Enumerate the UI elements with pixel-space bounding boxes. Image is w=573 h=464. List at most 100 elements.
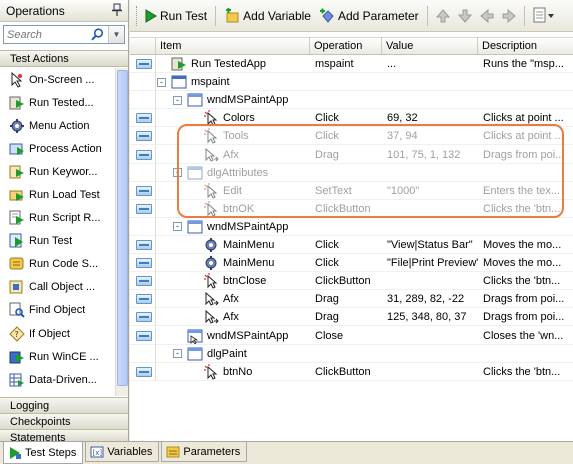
row-selector[interactable]: [130, 236, 156, 254]
operation-item[interactable]: Run Tested...: [0, 91, 115, 114]
collapse-toggle[interactable]: -: [173, 349, 182, 359]
table-row[interactable]: Run TestedApp mspaint... Runs the "msp...: [130, 55, 573, 73]
collapse-toggle[interactable]: -: [157, 77, 166, 87]
table-row[interactable]: - dlgAttributes: [130, 163, 573, 182]
table-row[interactable]: Tools Click 37, 94 Clicks at point ...: [130, 127, 573, 146]
description-cell[interactable]: Drags from poi...: [478, 290, 573, 308]
column-header-value[interactable]: Value: [382, 38, 478, 55]
description-cell[interactable]: Runs the "msp...: [478, 55, 573, 73]
value-cell[interactable]: [382, 327, 478, 345]
description-cell[interactable]: Drags from poi...: [478, 308, 573, 326]
row-selector[interactable]: [130, 362, 156, 381]
operation-cell[interactable]: [310, 73, 382, 91]
collapse-toggle[interactable]: -: [173, 95, 182, 105]
value-cell[interactable]: 125, 348, 80, 37: [382, 308, 478, 326]
operation-item[interactable]: Run Load Test: [0, 183, 115, 206]
value-cell[interactable]: 37, 94: [382, 127, 478, 145]
operation-cell[interactable]: ClickButton: [310, 363, 382, 381]
column-header-description[interactable]: Description: [478, 38, 573, 55]
scrollbar-thumb[interactable]: [117, 70, 128, 386]
description-cell[interactable]: [478, 91, 573, 109]
move-down-button[interactable]: [454, 5, 476, 27]
table-row[interactable]: Afx Drag 125, 348, 80, 37 Drags from poi...: [130, 308, 573, 327]
row-selector[interactable]: [130, 163, 156, 182]
add-parameter-button[interactable]: Add Parameter: [315, 5, 423, 27]
description-cell[interactable]: Clicks the 'btn...: [478, 363, 573, 381]
operation-cell[interactable]: Drag: [310, 308, 382, 326]
description-cell[interactable]: Closes the 'wn...: [478, 327, 573, 345]
value-cell[interactable]: [382, 164, 478, 182]
row-selector[interactable]: [130, 55, 156, 73]
row-selector[interactable]: [130, 308, 156, 327]
operation-item[interactable]: Find Object: [0, 299, 115, 322]
description-cell[interactable]: [478, 345, 573, 363]
operation-cell[interactable]: [310, 164, 382, 182]
column-header-item[interactable]: Item: [156, 38, 310, 55]
value-cell[interactable]: 31, 289, 82, -22: [382, 290, 478, 308]
table-row[interactable]: wndMSPaintApp Close Closes the 'wn...: [130, 326, 573, 345]
row-selector[interactable]: [130, 272, 156, 291]
table-row[interactable]: MainMenu Click "File|Print Preview" Moves t…: [130, 254, 573, 273]
operation-cell[interactable]: Click: [310, 127, 382, 145]
tab-parameters[interactable]: Parameters: [161, 442, 248, 462]
add-variable-button[interactable]: Add Variable: [220, 5, 315, 27]
operation-item[interactable]: On-Screen ...: [0, 68, 115, 91]
value-cell[interactable]: [382, 91, 478, 109]
table-row[interactable]: Afx Drag 101, 75, 1, 132 Drags from poi...: [130, 145, 573, 164]
tab-variables[interactable]: [x] Variables: [85, 442, 160, 462]
operation-item[interactable]: ? If Object: [0, 322, 115, 345]
value-cell[interactable]: 101, 75, 1, 132: [382, 146, 478, 164]
value-cell[interactable]: 69, 32: [382, 109, 478, 127]
description-cell[interactable]: Clicks at point ...: [478, 127, 573, 145]
column-header-operation[interactable]: Operation: [310, 38, 382, 55]
description-cell[interactable]: Moves the mo...: [478, 236, 573, 254]
category-checkpoints[interactable]: Checkpoints: [0, 413, 128, 430]
value-cell[interactable]: ...: [382, 55, 478, 73]
table-row[interactable]: - wndMSPaintApp: [130, 217, 573, 236]
toolbar-options-button[interactable]: [529, 5, 559, 27]
operation-cell[interactable]: Drag: [310, 146, 382, 164]
value-cell[interactable]: [382, 345, 478, 363]
description-cell[interactable]: Moves the mo...: [478, 254, 573, 272]
table-row[interactable]: btnOK ClickButton Clicks the 'btn...: [130, 199, 573, 218]
operation-cell[interactable]: Click: [310, 236, 382, 254]
operation-cell[interactable]: [310, 91, 382, 109]
value-cell[interactable]: [382, 73, 478, 91]
description-cell[interactable]: Enters the tex...: [478, 182, 573, 200]
description-cell[interactable]: Clicks at point ...: [478, 109, 573, 127]
row-selector[interactable]: [130, 73, 156, 92]
move-up-button[interactable]: [432, 5, 454, 27]
table-row[interactable]: - dlgPaint: [130, 344, 573, 363]
row-selector[interactable]: [130, 109, 156, 128]
operation-cell[interactable]: [310, 345, 382, 363]
value-cell[interactable]: [382, 200, 478, 218]
operation-cell[interactable]: ClickButton: [310, 200, 382, 218]
row-selector[interactable]: [130, 181, 156, 200]
value-cell[interactable]: [382, 363, 478, 381]
table-row[interactable]: - wndMSPaintApp: [130, 91, 573, 110]
operation-cell[interactable]: mspaint: [310, 55, 382, 73]
row-selector[interactable]: [130, 127, 156, 146]
operations-scrollbar[interactable]: [115, 68, 128, 396]
operation-cell[interactable]: [310, 218, 382, 236]
row-selector[interactable]: [130, 91, 156, 110]
operation-item[interactable]: Run Test: [0, 230, 115, 253]
pin-icon[interactable]: [110, 3, 124, 17]
table-row[interactable]: MainMenu Click "View|Status Bar" Moves the …: [130, 236, 573, 254]
move-right-button[interactable]: [498, 5, 520, 27]
description-cell[interactable]: Clicks the 'btn...: [478, 200, 573, 218]
table-row[interactable]: Afx Drag 31, 289, 82, -22 Drags from poi...: [130, 290, 573, 309]
category-statements[interactable]: Statements: [0, 429, 128, 441]
value-cell[interactable]: [382, 272, 478, 290]
operation-cell[interactable]: Close: [310, 327, 382, 345]
value-cell[interactable]: "1000": [382, 182, 478, 200]
operation-cell[interactable]: Drag: [310, 290, 382, 308]
operation-item[interactable]: Menu Action: [0, 114, 115, 137]
operation-item[interactable]: Data-Driven...: [0, 368, 115, 391]
category-logging[interactable]: Logging: [0, 397, 128, 414]
operation-item[interactable]: Run Script R...: [0, 207, 115, 230]
search-input[interactable]: [4, 26, 88, 43]
table-row[interactable]: Edit SetText "1000" Enters the tex...: [130, 181, 573, 200]
operation-cell[interactable]: ClickButton: [310, 272, 382, 290]
operation-item[interactable]: Run Keywor...: [0, 160, 115, 183]
